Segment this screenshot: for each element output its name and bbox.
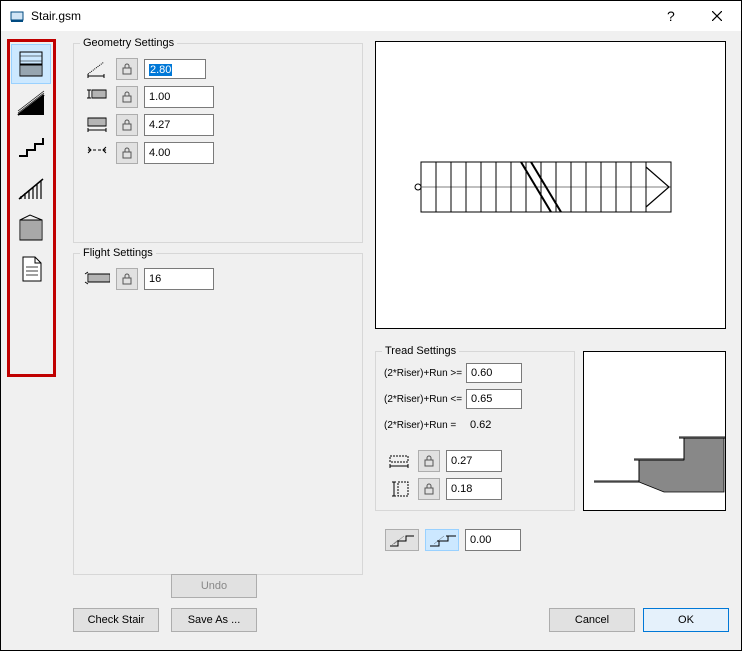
rise-total-input[interactable] bbox=[144, 142, 214, 164]
nosing-option-overhang[interactable] bbox=[425, 529, 459, 551]
run-input[interactable] bbox=[446, 450, 502, 472]
steps-input[interactable] bbox=[144, 268, 214, 290]
ok-button[interactable]: OK bbox=[643, 608, 729, 632]
titlebar: Stair.gsm ? bbox=[1, 1, 741, 32]
lock-icon[interactable] bbox=[418, 450, 440, 472]
formula-eq-label: (2*Riser)+Run = bbox=[384, 420, 466, 431]
tab-railing[interactable] bbox=[11, 167, 51, 207]
tab-structure[interactable] bbox=[11, 85, 51, 125]
formula-le-input[interactable]: 0.65 bbox=[466, 389, 522, 409]
undo-button[interactable]: Undo bbox=[171, 574, 257, 598]
length-input[interactable]: 2.80 bbox=[144, 59, 206, 79]
help-button[interactable]: ? bbox=[649, 2, 694, 30]
nosing-row bbox=[385, 529, 521, 551]
side-tab-strip bbox=[7, 39, 56, 377]
tab-listing[interactable] bbox=[11, 249, 51, 289]
run-total-icon bbox=[84, 114, 110, 136]
nosing-input[interactable] bbox=[465, 529, 521, 551]
tab-symbol[interactable] bbox=[11, 208, 51, 248]
right-buttons: Cancel OK bbox=[549, 608, 729, 632]
app-icon bbox=[9, 8, 25, 24]
step-preview bbox=[583, 351, 726, 511]
geom-length-row: 2.80 bbox=[84, 58, 362, 80]
tab-treads[interactable] bbox=[11, 126, 51, 166]
lock-icon[interactable] bbox=[116, 114, 138, 136]
lock-icon[interactable] bbox=[116, 268, 138, 290]
svg-text:?: ? bbox=[667, 9, 675, 23]
rise-total-icon bbox=[84, 142, 110, 164]
formula-ge-input[interactable]: 0.60 bbox=[466, 363, 522, 383]
window-title: Stair.gsm bbox=[31, 9, 649, 23]
close-button[interactable] bbox=[694, 2, 739, 30]
group-flight: Flight Settings bbox=[73, 253, 363, 575]
save-as-button[interactable]: Save As ... bbox=[171, 608, 257, 632]
check-stair-button[interactable]: Check Stair bbox=[73, 608, 159, 632]
lock-icon[interactable] bbox=[116, 142, 138, 164]
lock-icon[interactable] bbox=[116, 58, 138, 80]
cancel-button[interactable]: Cancel bbox=[549, 608, 635, 632]
nosing-option-none[interactable] bbox=[385, 529, 419, 551]
length-icon bbox=[84, 58, 110, 80]
riser-icon bbox=[386, 478, 412, 500]
left-buttons: Check Stair Save As ... bbox=[73, 608, 257, 632]
group-geometry-title: Geometry Settings bbox=[80, 37, 177, 49]
group-tread: Tread Settings (2*Riser)+Run >= 0.60 (2*… bbox=[375, 351, 575, 511]
tab-geometry[interactable] bbox=[11, 44, 51, 84]
width-input[interactable] bbox=[144, 86, 214, 108]
undo-wrap: Undo bbox=[171, 574, 257, 598]
group-tread-title: Tread Settings bbox=[382, 345, 459, 357]
group-flight-title: Flight Settings bbox=[80, 247, 156, 259]
formula-eq-value: 0.62 bbox=[466, 419, 526, 431]
run-icon bbox=[386, 450, 412, 472]
client-area: Geometry Settings 2.80 bbox=[1, 31, 741, 650]
formula-le-label: (2*Riser)+Run <= bbox=[384, 394, 466, 405]
formula-ge-label: (2*Riser)+Run >= bbox=[384, 368, 466, 379]
lock-icon[interactable] bbox=[418, 478, 440, 500]
plan-preview bbox=[375, 41, 726, 329]
geom-width-row bbox=[84, 86, 362, 108]
flight-steps-row bbox=[84, 268, 362, 290]
geom-rise-total-row bbox=[84, 142, 362, 164]
width-icon bbox=[84, 86, 110, 108]
run-total-input[interactable] bbox=[144, 114, 214, 136]
geom-run-total-row bbox=[84, 114, 362, 136]
dialog-window: Stair.gsm ? bbox=[0, 0, 742, 651]
riser-input[interactable] bbox=[446, 478, 502, 500]
group-geometry: Geometry Settings 2.80 bbox=[73, 43, 363, 243]
steps-icon bbox=[84, 268, 110, 290]
lock-icon[interactable] bbox=[116, 86, 138, 108]
